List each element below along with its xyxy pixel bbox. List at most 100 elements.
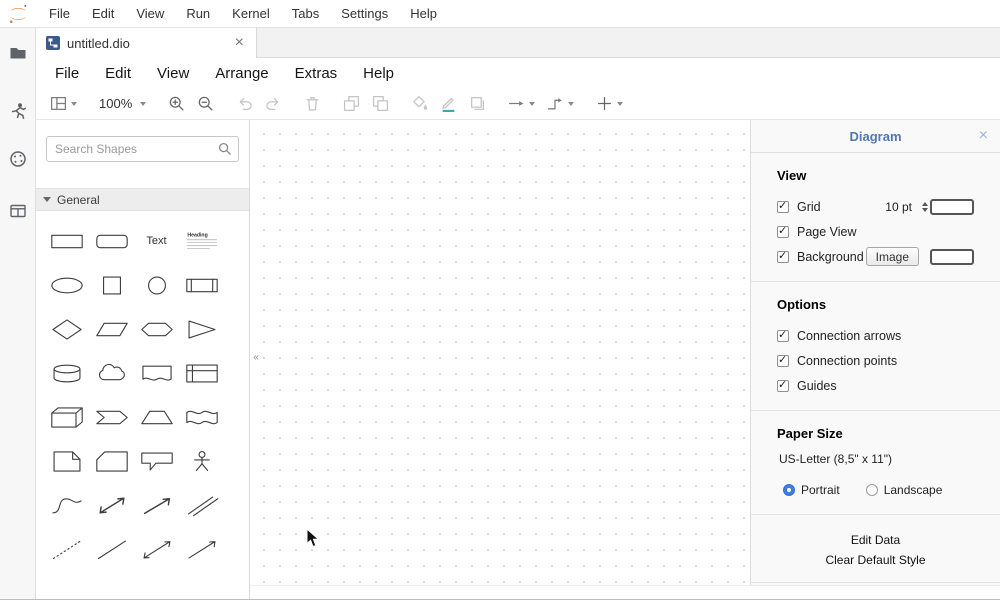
redo-button[interactable] (265, 95, 282, 112)
background-image-button[interactable]: Image (866, 247, 919, 266)
format-panel-close-icon[interactable]: × (979, 126, 988, 145)
shape-curve[interactable] (44, 483, 89, 527)
shape-note[interactable] (44, 439, 89, 483)
shape-directional-connector[interactable] (179, 527, 224, 571)
command-palette-icon[interactable] (9, 150, 27, 168)
shape-parallelogram[interactable] (89, 307, 134, 351)
shape-grid: Text Heading (36, 211, 249, 571)
drawio-menu-edit[interactable]: Edit (92, 65, 144, 82)
shape-square[interactable] (89, 263, 134, 307)
palette-collapse-handle[interactable]: « (250, 346, 262, 368)
grid-checkbox[interactable] (777, 201, 789, 213)
grid-size-value[interactable]: 10 pt (885, 200, 912, 214)
portrait-radio[interactable] (783, 484, 795, 496)
connection-points-checkbox[interactable] (777, 355, 789, 367)
grid-row: Grid 10 pt (751, 194, 1000, 219)
shape-internal-storage[interactable] (179, 351, 224, 395)
view-panels-button[interactable] (50, 95, 77, 112)
line-color-button[interactable] (440, 95, 457, 112)
to-front-button[interactable] (343, 95, 360, 112)
svg-text:Heading: Heading (187, 232, 207, 238)
connection-style-button[interactable] (508, 95, 535, 112)
stepper-up-icon[interactable] (922, 202, 928, 206)
edit-data-button[interactable]: Edit Data (751, 530, 1000, 550)
grid-color-swatch[interactable] (930, 199, 974, 215)
zoom-in-button[interactable] (168, 95, 185, 112)
paper-size-select[interactable]: US-Letter (8,5" x 11") (751, 452, 1000, 466)
shape-document[interactable] (134, 351, 179, 395)
landscape-radio[interactable] (866, 484, 878, 496)
page-view-checkbox[interactable] (777, 226, 789, 238)
drawio-menu-view[interactable]: View (144, 65, 202, 82)
shape-step[interactable] (89, 395, 134, 439)
grid-size-stepper[interactable] (922, 202, 928, 212)
tab-close-icon[interactable]: × (233, 35, 246, 51)
shape-callout[interactable] (134, 439, 179, 483)
background-color-swatch[interactable] (930, 249, 974, 265)
drawio-editor: File Edit View Arrange Extras Help 100% (36, 58, 1000, 600)
shape-triangle[interactable] (179, 307, 224, 351)
menu-run[interactable]: Run (175, 0, 221, 27)
shape-ellipse[interactable] (44, 263, 89, 307)
zoom-level-dropdown[interactable]: 100% (99, 96, 146, 111)
shape-heading[interactable]: Heading (179, 219, 224, 263)
shape-hexagon[interactable] (134, 307, 179, 351)
delete-button[interactable] (304, 95, 321, 112)
drawio-menu-extras[interactable]: Extras (282, 65, 351, 82)
shape-actor[interactable] (179, 439, 224, 483)
shape-link[interactable] (179, 483, 224, 527)
diagram-canvas[interactable] (250, 120, 750, 586)
undo-button[interactable] (236, 95, 253, 112)
tab-untitled-dio[interactable]: untitled.dio × (36, 28, 257, 58)
jupyterlab-window: File Edit View Run Kernel Tabs Settings … (0, 0, 1000, 600)
shape-cloud[interactable] (89, 351, 134, 395)
fill-color-button[interactable] (411, 95, 428, 112)
zoom-out-button[interactable] (197, 95, 214, 112)
open-tabs-icon[interactable] (9, 202, 27, 220)
format-panel-tab-diagram[interactable]: Diagram (849, 129, 901, 144)
canvas-scroll-strip[interactable] (250, 585, 1000, 600)
menu-kernel[interactable]: Kernel (221, 0, 281, 27)
shape-dashed-line[interactable] (44, 527, 89, 571)
guides-checkbox[interactable] (777, 380, 789, 392)
shape-process[interactable] (179, 263, 224, 307)
shape-cube[interactable] (44, 395, 89, 439)
stepper-down-icon[interactable] (922, 208, 928, 212)
connection-arrows-checkbox[interactable] (777, 330, 789, 342)
search-input[interactable] (46, 136, 239, 162)
drawio-menu-help[interactable]: Help (350, 65, 407, 82)
menu-view[interactable]: View (125, 0, 175, 27)
menu-file[interactable]: File (38, 0, 81, 27)
menu-edit[interactable]: Edit (81, 0, 125, 27)
shape-rounded-rectangle[interactable] (89, 219, 134, 263)
waypoint-style-button[interactable] (547, 95, 574, 112)
shape-diamond[interactable] (44, 307, 89, 351)
to-back-button[interactable] (372, 95, 389, 112)
menu-help[interactable]: Help (399, 0, 448, 27)
tab-title: untitled.dio (67, 36, 233, 51)
drawio-menu-arrange[interactable]: Arrange (202, 65, 281, 82)
shape-bidirectional-arrow[interactable] (89, 483, 134, 527)
shape-line[interactable] (89, 527, 134, 571)
file-browser-icon[interactable] (9, 44, 27, 62)
shadow-button[interactable] (469, 95, 486, 112)
menu-settings[interactable]: Settings (330, 0, 399, 27)
search-icon[interactable] (218, 142, 232, 156)
insert-button[interactable] (596, 95, 623, 112)
clear-default-style-button[interactable]: Clear Default Style (751, 550, 1000, 570)
shape-trapezoid[interactable] (134, 395, 179, 439)
drawio-menu-file[interactable]: File (42, 65, 92, 82)
shape-tape[interactable] (179, 395, 224, 439)
shape-card[interactable] (89, 439, 134, 483)
shape-bidirectional-connector[interactable] (134, 527, 179, 571)
background-checkbox[interactable] (777, 251, 789, 263)
mouse-cursor (306, 528, 320, 549)
shape-arrow[interactable] (134, 483, 179, 527)
section-general[interactable]: General (36, 188, 249, 211)
shape-rectangle[interactable] (44, 219, 89, 263)
menu-tabs[interactable]: Tabs (281, 0, 330, 27)
shape-text[interactable]: Text (134, 219, 179, 263)
shape-circle[interactable] (134, 263, 179, 307)
running-sessions-icon[interactable] (9, 102, 27, 120)
shape-cylinder[interactable] (44, 351, 89, 395)
